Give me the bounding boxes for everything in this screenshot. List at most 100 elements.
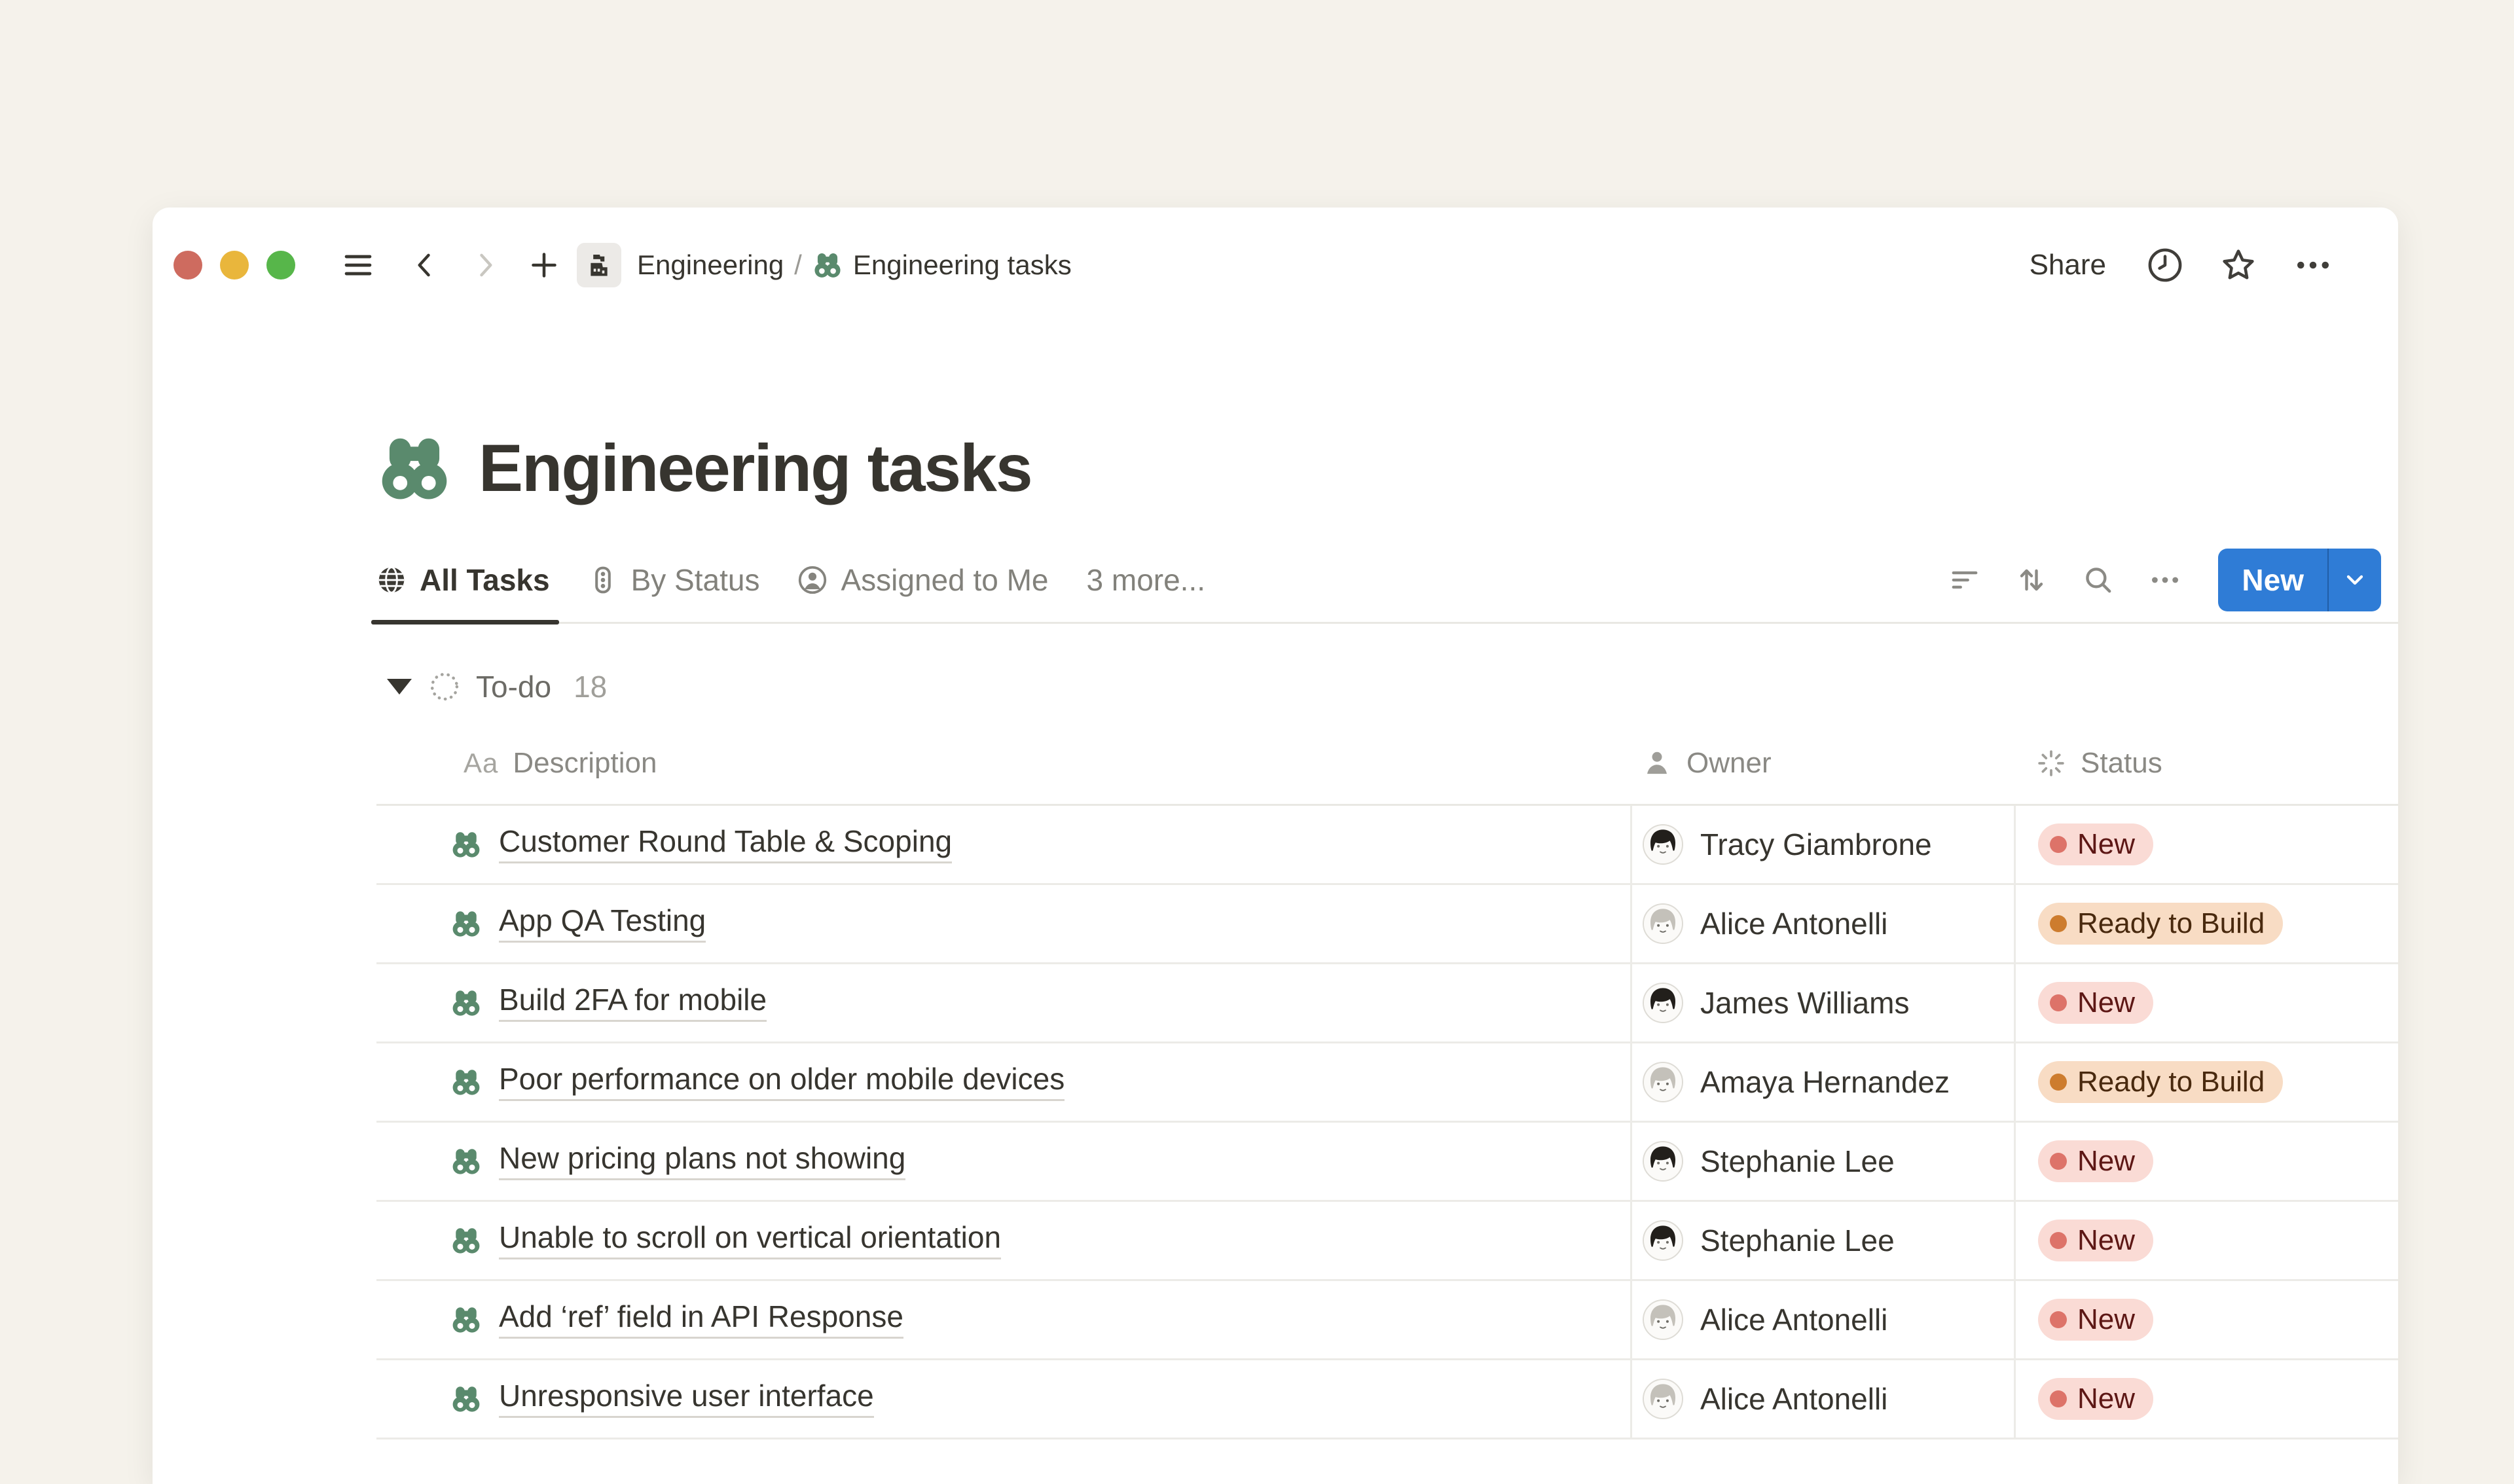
task-cell[interactable]: Poor performance on older mobile devices	[376, 1043, 1630, 1121]
avatar	[1643, 1299, 1683, 1340]
owner-cell[interactable]: Amaya Hernandez	[1630, 1043, 2014, 1121]
status-badge[interactable]: New	[2038, 1220, 2153, 1261]
group-collapse-toggle[interactable]	[387, 679, 412, 695]
task-title[interactable]: Build 2FA for mobile	[499, 984, 767, 1021]
teamspace-icon[interactable]	[577, 243, 621, 287]
task-title[interactable]: App QA Testing	[499, 905, 706, 942]
filter-icon[interactable]	[1948, 564, 1981, 596]
breadcrumb: Engineering / Engineering tasks	[637, 249, 1072, 281]
owner-cell[interactable]: Alice Antonelli	[1630, 1360, 2014, 1438]
status-cell[interactable]: New	[2014, 1281, 2398, 1358]
owner-cell[interactable]: Tracy Giambrone	[1630, 806, 2014, 883]
status-badge[interactable]: New	[2038, 823, 2153, 865]
status-cell[interactable]: New	[2014, 806, 2398, 883]
window-controls	[173, 251, 295, 280]
toolbar-right: Share	[2030, 245, 2333, 285]
new-button-dropdown[interactable]	[2327, 549, 2381, 611]
binoculars-icon[interactable]	[376, 430, 452, 506]
tab-label: Assigned to Me	[841, 562, 1048, 598]
status-cell[interactable]: New	[2014, 1202, 2398, 1279]
new-page-icon[interactable]	[528, 249, 560, 281]
column-label: Status	[2081, 747, 2162, 780]
zoom-window-button[interactable]	[266, 251, 295, 280]
owner-name: Stephanie Lee	[1700, 1144, 1895, 1179]
status-cell[interactable]: Ready to Build	[2014, 1043, 2398, 1121]
tab-assigned-to-me[interactable]: Assigned to Me	[797, 562, 1048, 598]
avatar	[1643, 903, 1683, 944]
task-cell[interactable]: Unable to scroll on vertical orientation	[376, 1202, 1630, 1279]
owner-name: James Williams	[1700, 985, 1909, 1021]
status-dot-icon	[2050, 1390, 2067, 1407]
status-badge[interactable]: New	[2038, 1299, 2153, 1341]
status-cell[interactable]: Ready to Build	[2014, 885, 2398, 962]
sidebar-menu-icon[interactable]	[341, 248, 375, 282]
tab-by-status[interactable]: By Status	[588, 562, 760, 598]
task-title[interactable]: Add ‘ref’ field in API Response	[499, 1301, 903, 1338]
search-icon[interactable]	[2082, 564, 2115, 596]
more-views-button[interactable]: 3 more...	[1087, 562, 1206, 598]
task-cell[interactable]: Unresponsive user interface	[376, 1360, 1630, 1438]
owner-name: Tracy Giambrone	[1700, 827, 1932, 862]
status-cell[interactable]: New	[2014, 1360, 2398, 1438]
task-title[interactable]: Customer Round Table & Scoping	[499, 825, 952, 863]
minimize-window-button[interactable]	[220, 251, 249, 280]
view-options-icon[interactable]	[2149, 564, 2181, 596]
binoculars-icon	[450, 1225, 482, 1256]
status-label: New	[2077, 1145, 2135, 1178]
status-badge[interactable]: New	[2038, 1378, 2153, 1420]
table-rows: Customer Round Table & Scoping Tracy Gia…	[376, 806, 2398, 1439]
avatar	[1643, 824, 1683, 865]
column-header-description[interactable]: Aa Description	[376, 722, 1630, 804]
column-label: Description	[513, 747, 657, 780]
avatar	[1643, 1220, 1683, 1261]
share-button[interactable]: Share	[2030, 249, 2106, 281]
task-cell[interactable]: Build 2FA for mobile	[376, 964, 1630, 1041]
owner-cell[interactable]: James Williams	[1630, 964, 2014, 1041]
favorite-star-icon[interactable]	[2220, 247, 2257, 283]
breadcrumb-space[interactable]: Engineering	[637, 249, 784, 281]
owner-cell[interactable]: Alice Antonelli	[1630, 1281, 2014, 1358]
tab-all-tasks[interactable]: All Tasks	[376, 562, 550, 598]
page-title[interactable]: Engineering tasks	[479, 430, 1032, 507]
owner-cell[interactable]: Stephanie Lee	[1630, 1202, 2014, 1279]
status-cell[interactable]: New	[2014, 1123, 2398, 1200]
table-header: Aa Description Owner Status	[376, 722, 2398, 806]
status-badge[interactable]: New	[2038, 982, 2153, 1024]
close-window-button[interactable]	[173, 251, 202, 280]
globe-icon	[376, 565, 407, 595]
status-dot-icon	[2050, 1153, 2067, 1170]
column-header-status[interactable]: Status	[2014, 722, 2398, 804]
status-cell[interactable]: New	[2014, 964, 2398, 1041]
task-title[interactable]: Poor performance on older mobile devices	[499, 1063, 1065, 1100]
status-badge[interactable]: Ready to Build	[2038, 1061, 2283, 1103]
task-cell[interactable]: App QA Testing	[376, 885, 1630, 962]
group-header-todo: To-do 18	[376, 651, 2398, 722]
status-badge[interactable]: New	[2038, 1140, 2153, 1182]
owner-cell[interactable]: Stephanie Lee	[1630, 1123, 2014, 1200]
back-icon[interactable]	[410, 251, 439, 280]
history-clock-icon[interactable]	[2147, 247, 2183, 283]
task-title[interactable]: New pricing plans not showing	[499, 1142, 905, 1180]
status-label: New	[2077, 1383, 2135, 1415]
chevron-down-icon	[2342, 567, 2368, 593]
sort-icon[interactable]	[2015, 564, 2048, 596]
status-label: Ready to Build	[2077, 907, 2265, 940]
task-cell[interactable]: Add ‘ref’ field in API Response	[376, 1281, 1630, 1358]
task-title[interactable]: Unable to scroll on vertical orientation	[499, 1222, 1001, 1259]
task-cell[interactable]: Customer Round Table & Scoping	[376, 806, 1630, 883]
status-badge[interactable]: Ready to Build	[2038, 903, 2283, 945]
avatar	[1643, 1379, 1683, 1419]
task-title[interactable]: Unresponsive user interface	[499, 1380, 874, 1417]
task-cell[interactable]: New pricing plans not showing	[376, 1123, 1630, 1200]
table-row: App QA Testing Alice Antonelli Ready to …	[376, 885, 2398, 964]
avatar	[1643, 983, 1683, 1023]
forward-icon[interactable]	[471, 251, 500, 280]
new-button[interactable]: New	[2218, 549, 2327, 611]
more-options-icon[interactable]	[2293, 245, 2333, 285]
column-header-owner[interactable]: Owner	[1630, 722, 2014, 804]
group-name[interactable]: To-do	[476, 669, 551, 704]
owner-cell[interactable]: Alice Antonelli	[1630, 885, 2014, 962]
binoculars-icon	[450, 1383, 482, 1415]
status-label: Ready to Build	[2077, 1066, 2265, 1098]
breadcrumb-page[interactable]: Engineering tasks	[853, 249, 1072, 281]
